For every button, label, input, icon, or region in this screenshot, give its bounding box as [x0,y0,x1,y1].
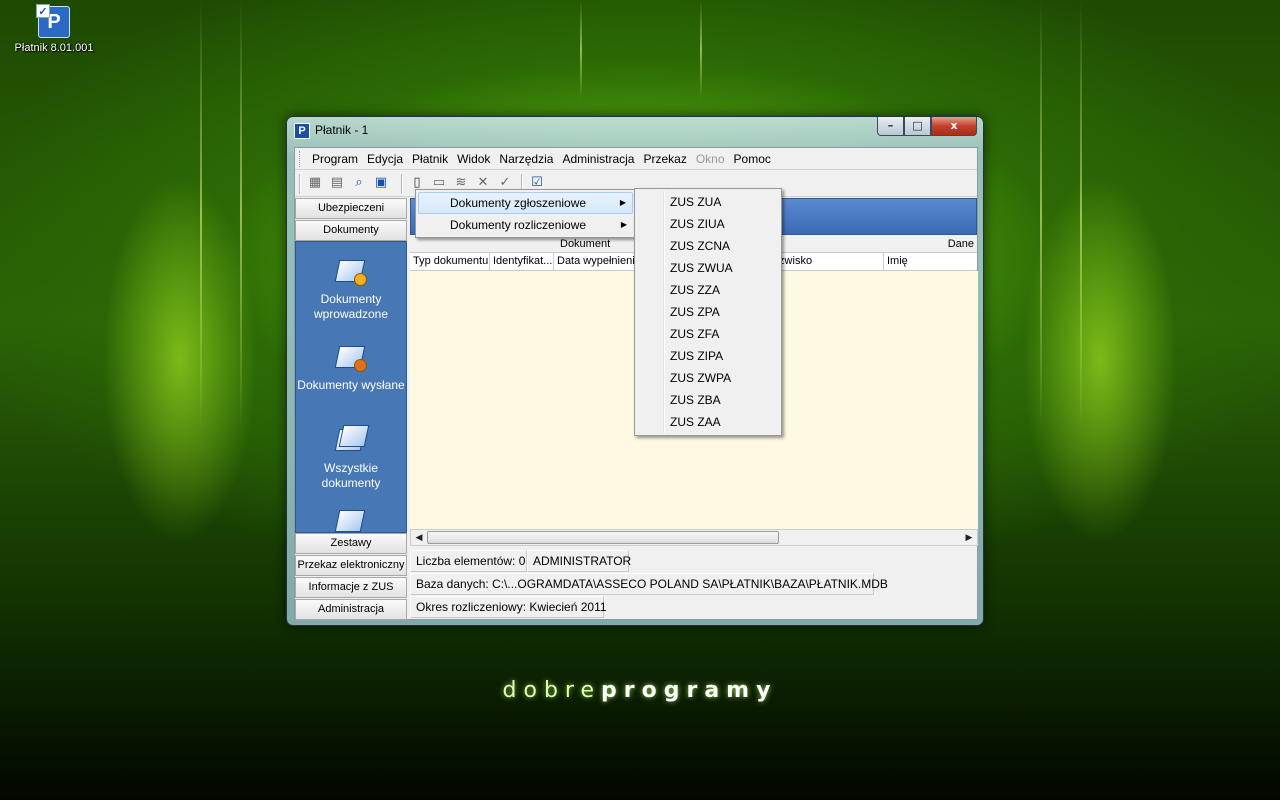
nav-item-dokumenty-wprowadzone[interactable]: Dokumenty wprowadzone [296,256,406,322]
menu-edycja[interactable]: Edycja [364,152,406,166]
menu-item-zus-zza[interactable]: ZUS ZZA [637,279,779,301]
menu-item-zus-zwua[interactable]: ZUS ZWUA [637,257,779,279]
nav-tab-dokumenty[interactable]: Dokumenty [295,220,407,241]
status-database: Baza danych: C:\...OGRAMDATA\ASSECO POLA… [410,573,888,595]
documents-sent-icon [334,342,367,372]
menu-narzedzia[interactable]: Narzędzia [496,152,556,166]
background-light-ray [700,0,702,100]
column-data-wypelnienia[interactable]: Data wypełnienia [554,253,637,271]
menu-widok[interactable]: Widok [454,152,493,166]
nav-tab-przekaz-elektroniczny[interactable]: Przekaz elektroniczny [295,555,407,576]
scroll-left-icon[interactable]: ◀ [412,531,426,545]
nav-tab-zestawy[interactable]: Zestawy [295,533,407,554]
menu-item-zus-zwpa[interactable]: ZUS ZWPA [637,367,779,389]
status-count: Liczba elementów: 0 [410,550,527,572]
nav-item-label: Wszystkie dokumenty [321,461,381,490]
menu-administracja[interactable]: Administracja [559,152,637,166]
background-light-ray [1040,0,1042,430]
window-controls: – □ x [877,117,977,136]
nav-tab-administracja[interactable]: Administracja [295,599,407,620]
horizontal-scrollbar[interactable]: ◀ ▶ [410,529,978,546]
menu-item-zus-zcna[interactable]: ZUS ZCNA [637,235,779,257]
documents-entered-icon [334,256,367,286]
nav-tab-informacje-z-zus[interactable]: Informacje z ZUS [295,577,407,598]
nav-item-wszystkie-dokumenty[interactable]: Wszystkie dokumenty [296,425,406,491]
group-dane: Dane [947,238,974,250]
app-icon[interactable]: P [294,123,310,139]
nav-item-dokumenty-wyslane[interactable]: Dokumenty wysłane [296,342,406,393]
all-documents-icon [334,425,370,455]
menu-program[interactable]: Program [309,152,361,166]
report-icon[interactable]: ▣ [373,175,389,191]
submenu-arrow-icon: ▶ [620,220,627,229]
background-light-ray [240,0,242,430]
toolbar-separator [401,174,403,194]
menu-bar: Program Edycja Płatnik Widok Narzędzia A… [295,148,977,170]
desktop-icon-label: Płatnik 8.01.001 [14,42,94,54]
menu-item-label: Dokumenty rozliczeniowe [450,218,587,232]
menu-item-label: Dokumenty zgłoszeniowe [450,196,587,210]
nav-item-label: Dokumenty wysłane [297,378,405,392]
menu-pomoc[interactable]: Pomoc [731,152,774,166]
column-typ-dokumentu[interactable]: Typ dokumentu [410,253,490,271]
navigation-panel: Dokumenty wprowadzone Dokumenty wysłane … [295,241,407,572]
menu-grip[interactable] [299,151,302,167]
submenu-arrow-icon: ▶ [619,198,626,207]
column-imie[interactable]: Imię [884,253,978,271]
menu-item-zus-zaa[interactable]: ZUS ZAA [637,411,779,433]
group-dokument: Dokument [560,238,611,250]
status-period: Okres rozliczeniowy: Kwiecień 2011 [410,596,607,618]
menu-item-zus-zipa[interactable]: ZUS ZIPA [637,345,779,367]
background-light-ray [1080,0,1082,430]
platnik-app-icon: P ✓ [36,4,70,38]
minimize-button[interactable]: – [877,117,904,136]
scroll-thumb[interactable] [427,531,779,544]
menu-przekaz[interactable]: Przekaz [640,152,689,166]
submenu-dokumenty-zgloszeniowe: ZUS ZUA ZUS ZIUA ZUS ZCNA ZUS ZWUA ZUS Z… [634,188,782,436]
search-icon[interactable]: ⌕ [351,175,367,191]
brand-bold-text: programy [601,678,778,703]
brand-light-text: dobre [502,678,602,703]
background-light-ray [580,0,582,100]
print-preview-icon[interactable]: ▤ [329,175,345,191]
toolbar-grip[interactable] [299,174,301,194]
nav-tab-ubezpieczeni[interactable]: Ubezpieczeni [295,198,407,219]
menu-item-zus-ziua[interactable]: ZUS ZIUA [637,213,779,235]
context-menu: Dokumenty zgłoszeniowe ▶ Dokumenty rozli… [415,189,636,238]
close-button[interactable]: x [931,117,977,136]
title-bar[interactable]: P Płatnik - 1 – □ x [287,117,983,143]
documents-folder-icon [334,506,367,536]
menu-platnik[interactable]: Płatnik [409,152,451,166]
menu-item-zus-zba[interactable]: ZUS ZBA [637,389,779,411]
background-light-ray [200,0,202,430]
brand-watermark: dobreprogramy [0,678,1280,703]
window-title: Płatnik - 1 [315,123,369,137]
scroll-right-icon[interactable]: ▶ [962,531,976,545]
menu-item-zus-zpa[interactable]: ZUS ZPA [637,301,779,323]
menu-item-dokumenty-rozliczeniowe[interactable]: Dokumenty rozliczeniowe ▶ [418,214,633,236]
menu-item-zus-zfa[interactable]: ZUS ZFA [637,323,779,345]
nav-item-label: Dokumenty wprowadzone [313,292,389,321]
print-icon[interactable]: ▦ [307,175,323,191]
menu-okno: Okno [695,151,725,166]
menu-item-dokumenty-zgloszeniowe[interactable]: Dokumenty zgłoszeniowe ▶ [418,192,633,214]
maximize-button[interactable]: □ [904,117,931,136]
menu-item-zus-zua[interactable]: ZUS ZUA [637,191,779,213]
column-identyfikator[interactable]: Identyfikat... [490,253,554,271]
status-user: ADMINISTRATOR [527,550,631,572]
desktop-icon-platnik[interactable]: P ✓ Płatnik 8.01.001 [8,4,100,54]
